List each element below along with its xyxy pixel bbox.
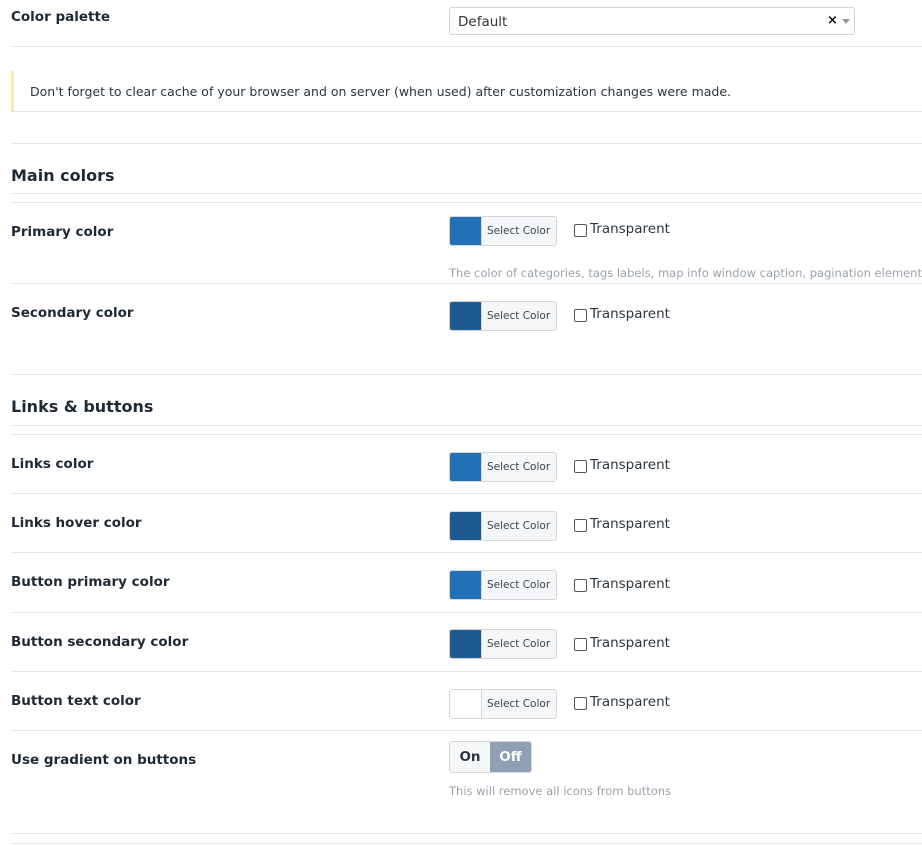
clear-icon[interactable]: × — [827, 13, 838, 29]
primary-color-hint: The color of categories, tags labels, ma… — [449, 266, 922, 280]
button-text-color-swatch[interactable] — [450, 690, 482, 718]
color-palette-label: Color palette — [11, 9, 111, 25]
gradient-toggle-on[interactable]: On — [450, 742, 490, 772]
links-color-swatch[interactable] — [450, 453, 482, 481]
transparent-label: Transparent — [590, 635, 670, 651]
divider — [11, 434, 922, 435]
divider — [11, 612, 922, 613]
chevron-down-icon[interactable] — [842, 19, 850, 24]
section-title-links-buttons: Links & buttons — [11, 397, 154, 416]
divider — [11, 143, 922, 144]
secondary-color-swatch[interactable] — [450, 302, 482, 330]
button-secondary-transparent-checkbox[interactable] — [574, 638, 587, 651]
divider — [11, 671, 922, 672]
select-color-label: Select Color — [487, 520, 551, 532]
secondary-color-picker[interactable]: Select Color — [449, 301, 557, 331]
gradient-toggle[interactable]: On Off — [449, 741, 532, 773]
divider — [11, 283, 922, 284]
button-text-color-picker[interactable]: Select Color — [449, 689, 557, 719]
cache-notice-text: Don't forget to clear cache of your brow… — [30, 84, 732, 99]
primary-color-swatch[interactable] — [450, 217, 482, 245]
select-color-label: Select Color — [487, 638, 551, 650]
links-color-label: Links color — [11, 456, 94, 472]
select-color-label: Select Color — [487, 579, 551, 591]
divider — [11, 552, 922, 553]
gradient-hint: This will remove all icons from buttons — [449, 784, 672, 798]
button-secondary-color-swatch[interactable] — [450, 630, 482, 658]
section-title-main-colors: Main colors — [11, 166, 115, 185]
select-color-label: Select Color — [487, 225, 551, 237]
button-primary-color-label: Button primary color — [11, 574, 170, 590]
transparent-label: Transparent — [590, 457, 670, 473]
links-color-picker[interactable]: Select Color — [449, 452, 557, 482]
button-primary-color-picker[interactable]: Select Color — [449, 570, 557, 600]
links-hover-transparent-checkbox[interactable] — [574, 519, 587, 532]
button-text-transparent-checkbox[interactable] — [574, 697, 587, 710]
links-transparent-checkbox[interactable] — [574, 460, 587, 473]
divider — [11, 833, 922, 834]
button-text-color-label: Button text color — [11, 693, 141, 709]
divider — [11, 730, 922, 731]
divider — [11, 111, 922, 112]
transparent-label: Transparent — [590, 221, 670, 237]
primary-color-label: Primary color — [11, 224, 114, 240]
divider — [11, 374, 922, 375]
secondary-transparent-checkbox[interactable] — [574, 309, 587, 322]
button-secondary-color-label: Button secondary color — [11, 634, 189, 650]
divider — [11, 425, 922, 426]
transparent-label: Transparent — [590, 694, 670, 710]
links-hover-color-swatch[interactable] — [450, 512, 482, 540]
transparent-label: Transparent — [590, 576, 670, 592]
secondary-color-label: Secondary color — [11, 305, 134, 321]
select-color-label: Select Color — [487, 461, 551, 473]
button-primary-transparent-checkbox[interactable] — [574, 579, 587, 592]
cache-notice: Don't forget to clear cache of your brow… — [11, 71, 922, 111]
primary-transparent-checkbox[interactable] — [574, 224, 587, 237]
transparent-label: Transparent — [590, 306, 670, 322]
divider — [11, 202, 922, 203]
select-color-label: Select Color — [487, 698, 551, 710]
gradient-toggle-off[interactable]: Off — [490, 742, 531, 772]
gradient-label: Use gradient on buttons — [11, 752, 197, 768]
divider — [11, 843, 922, 844]
divider — [11, 193, 922, 194]
links-hover-color-picker[interactable]: Select Color — [449, 511, 557, 541]
transparent-label: Transparent — [590, 516, 670, 532]
button-primary-color-swatch[interactable] — [450, 571, 482, 599]
select-color-label: Select Color — [487, 310, 551, 322]
links-hover-color-label: Links hover color — [11, 515, 142, 531]
color-palette-value: Default — [458, 14, 508, 30]
color-palette-select[interactable]: Default × — [449, 7, 855, 35]
primary-color-picker[interactable]: Select Color — [449, 216, 557, 246]
divider — [11, 493, 922, 494]
divider — [11, 46, 922, 47]
customization-page: Color palette Default × Don't forget to … — [0, 0, 922, 845]
button-secondary-color-picker[interactable]: Select Color — [449, 629, 557, 659]
